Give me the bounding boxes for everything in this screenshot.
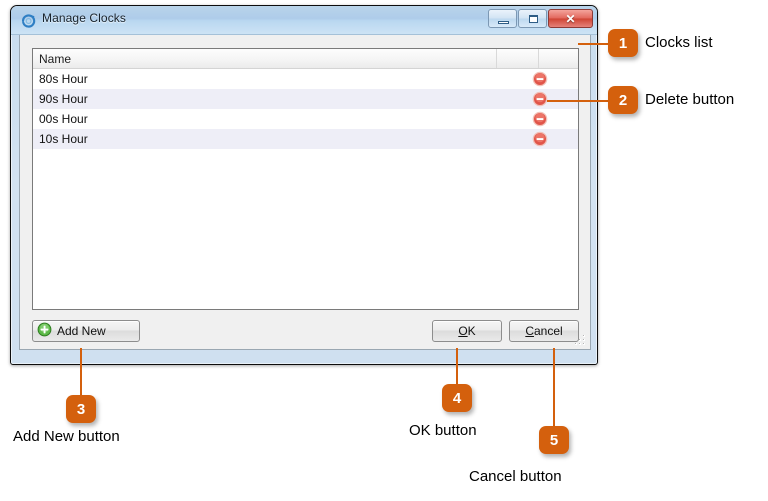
minimize-button[interactable] <box>488 9 517 28</box>
resize-grip[interactable] <box>575 335 587 347</box>
ok-accel: O <box>458 324 468 338</box>
window-controls: ✕ <box>488 9 593 28</box>
leader-line-2 <box>547 100 614 102</box>
add-new-button[interactable]: Add New <box>32 320 140 342</box>
maximize-icon <box>529 15 538 23</box>
delete-icon[interactable] <box>532 91 548 107</box>
dialog-client-area: Name 80s Hour 90s Hour 00s Hour 10s Hour… <box>19 35 591 350</box>
list-header-row: Name <box>33 49 578 69</box>
delete-icon[interactable] <box>532 71 548 87</box>
table-row[interactable]: 10s Hour <box>33 129 578 149</box>
annotation-label-3: Add New button <box>13 428 120 445</box>
window-title: Manage Clocks <box>42 11 127 25</box>
cancel-accel: C <box>525 324 534 338</box>
window-titlebar[interactable]: Manage Clocks ✕ <box>11 6 597 35</box>
add-plus-icon <box>37 322 52 340</box>
annotation-label-2: Delete button <box>645 91 735 108</box>
close-button[interactable]: ✕ <box>548 9 593 28</box>
minimize-icon <box>498 21 509 24</box>
ok-button[interactable]: OK <box>432 320 502 342</box>
annotation-label-1: Clocks list <box>645 34 713 51</box>
annotation-label-4: OK button <box>409 422 477 439</box>
clocks-list[interactable]: Name 80s Hour 90s Hour 00s Hour 10s Hour <box>32 48 579 310</box>
table-row[interactable]: 00s Hour <box>33 109 578 129</box>
column-header-spacer-2[interactable] <box>539 49 578 68</box>
maximize-button[interactable] <box>518 9 547 28</box>
ok-button-label: OK <box>458 324 475 338</box>
clock-name: 10s Hour <box>39 132 88 146</box>
ok-suffix: K <box>467 324 476 338</box>
clock-icon <box>20 12 37 29</box>
annotation-badge-1: 1 <box>608 29 638 57</box>
clock-name: 80s Hour <box>39 72 88 86</box>
cancel-button[interactable]: Cancel <box>509 320 579 342</box>
delete-icon[interactable] <box>532 111 548 127</box>
delete-icon[interactable] <box>532 131 548 147</box>
annotation-badge-5: 5 <box>539 426 569 454</box>
manage-clocks-window: Manage Clocks ✕ Name 80s Hour 90s Hour 0… <box>10 5 598 365</box>
column-header-name[interactable]: Name <box>33 49 498 68</box>
column-header-spacer-1[interactable] <box>497 49 540 68</box>
close-icon: ✕ <box>565 12 576 26</box>
table-row[interactable]: 80s Hour <box>33 69 578 89</box>
annotation-badge-2: 2 <box>608 86 638 114</box>
annotation-badge-3: 3 <box>66 395 96 423</box>
annotation-badge-4: 4 <box>442 384 472 412</box>
add-new-label: Add New <box>57 324 106 338</box>
annotation-label-5: Cancel button <box>469 468 562 485</box>
clock-name: 00s Hour <box>39 112 88 126</box>
table-row[interactable]: 90s Hour <box>33 89 578 109</box>
cancel-suffix: ancel <box>533 324 563 338</box>
screenshot-root: Manage Clocks ✕ Name 80s Hour 90s Hour 0… <box>0 0 768 501</box>
cancel-button-label: Cancel <box>525 324 562 338</box>
clock-name: 90s Hour <box>39 92 88 106</box>
